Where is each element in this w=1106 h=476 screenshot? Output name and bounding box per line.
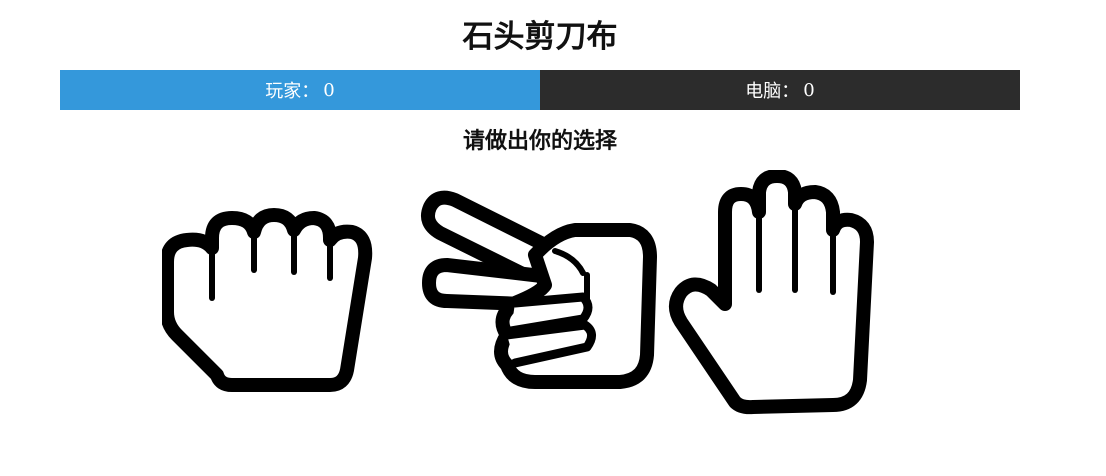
player-score-label: 玩家 <box>265 81 302 102</box>
scissors-button[interactable] <box>415 185 663 395</box>
fist-hand-icon <box>162 208 373 392</box>
computer-score-value: 0 <box>803 79 815 101</box>
player-score-separator: ： <box>301 81 320 102</box>
scoreboard: 玩家： 0 电脑： 0 <box>60 70 1020 110</box>
peace-sign-hand-icon <box>421 190 657 389</box>
choice-prompt: 请做出你的选择 <box>462 129 617 154</box>
computer-score-panel: 电脑： 0 <box>540 70 1020 110</box>
player-score-value: 0 <box>323 79 335 101</box>
computer-score-label: 电脑 <box>745 81 782 102</box>
rock-button[interactable] <box>162 200 374 395</box>
open-palm-hand-icon <box>669 170 874 415</box>
paper-button[interactable] <box>665 170 890 415</box>
game-title: 石头剪刀布 <box>462 19 618 55</box>
player-score-panel: 玩家： 0 <box>60 70 540 110</box>
computer-score-separator: ： <box>781 81 800 102</box>
